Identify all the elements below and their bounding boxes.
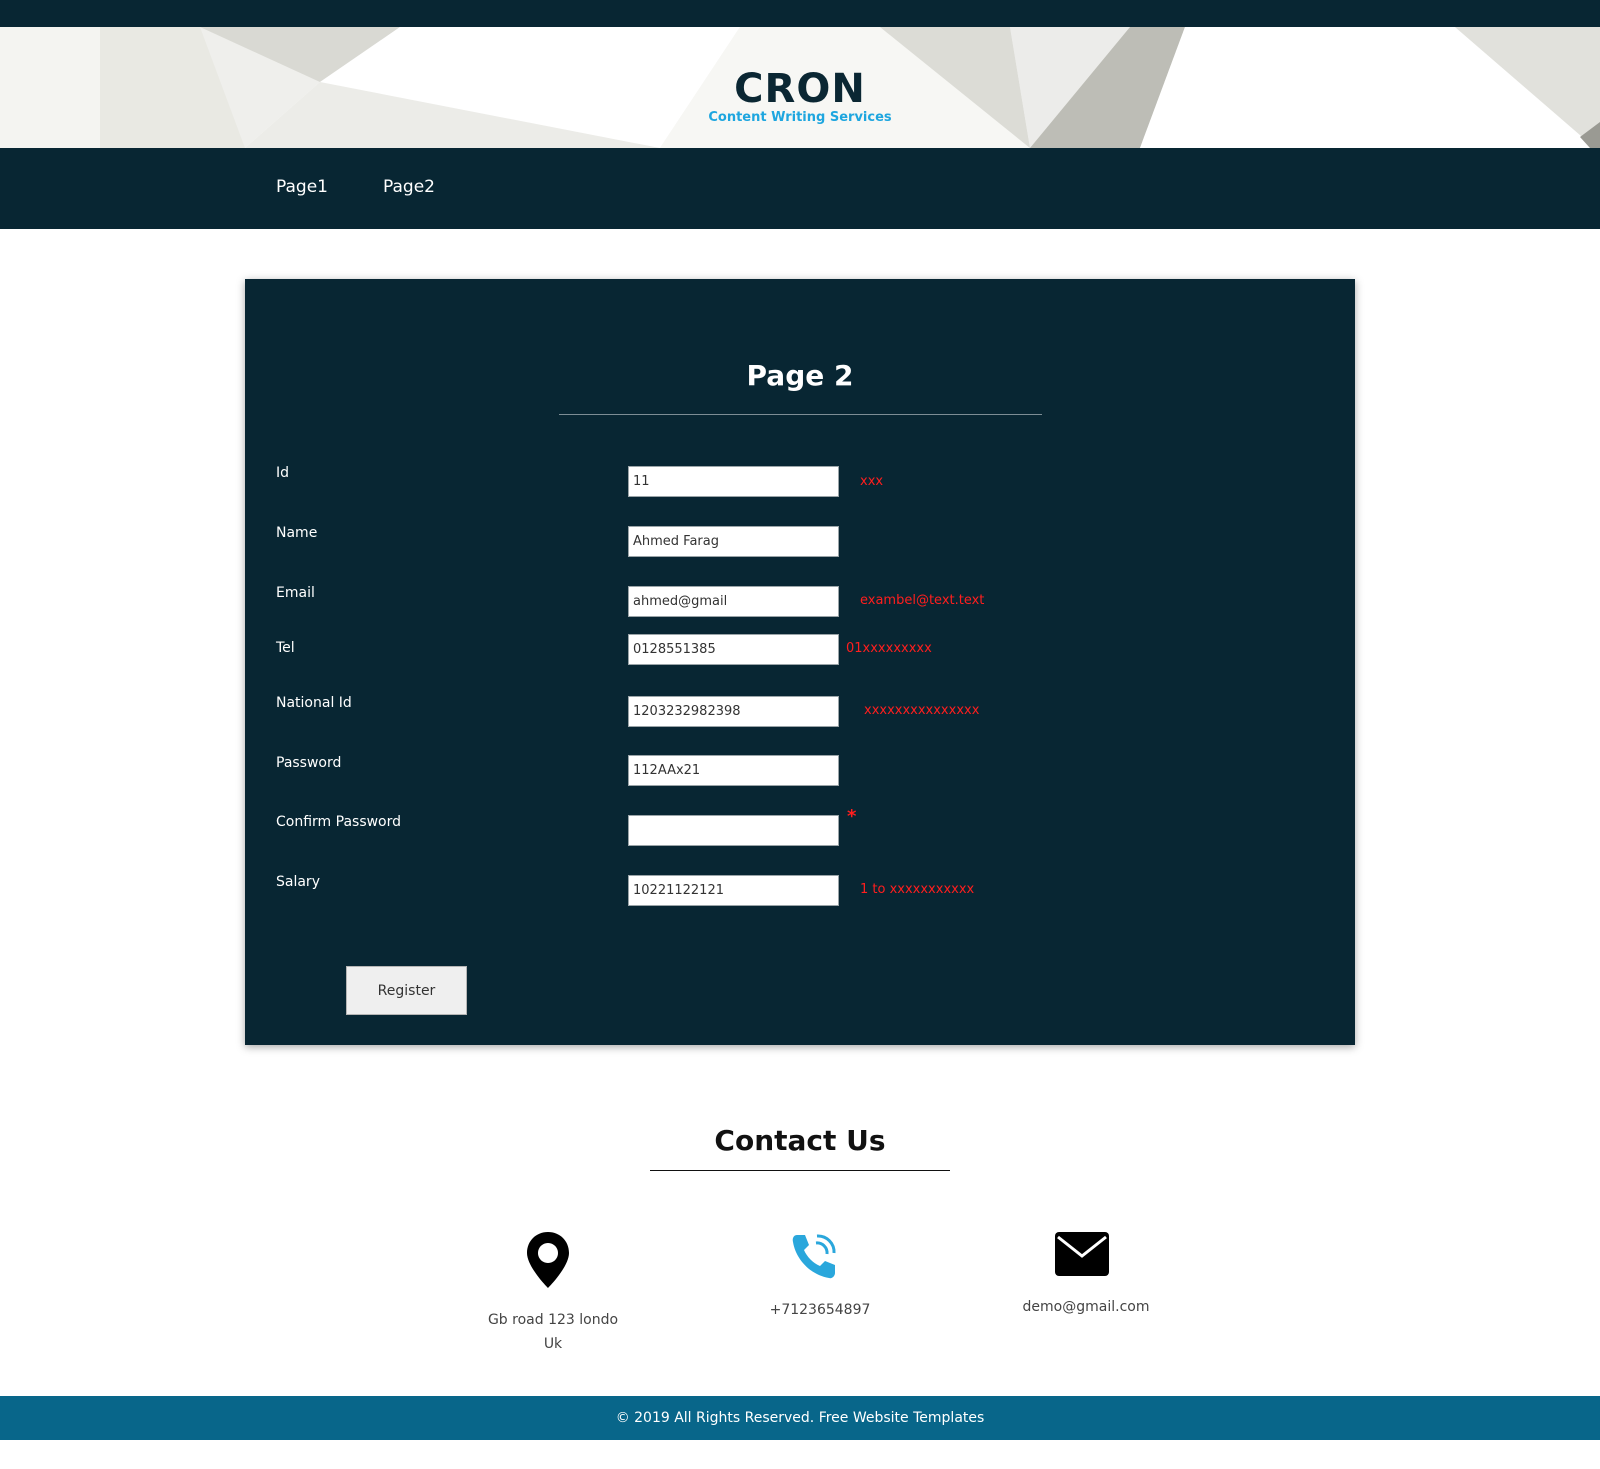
id-label: Id [276,465,290,481]
id-hint: xxx [860,474,884,489]
footer-copyright: © 2019 All Rights Reserved. Free Website… [615,1410,985,1426]
contact-phone[interactable]: +7123654897 [730,1298,910,1322]
name-label: Name [276,525,318,541]
name-input[interactable] [628,526,839,557]
address-line-1: Gb road 123 londo [487,1312,619,1328]
confirm-password-label: Confirm Password [276,814,402,830]
footer: © 2019 All Rights Reserved. Free Website… [0,1396,1600,1440]
tel-hint: 01xxxxxxxxx [846,641,932,656]
brand-title: CRON [734,66,866,112]
form-title-divider [559,414,1042,415]
register-button[interactable]: Register [346,966,467,1015]
password-label: Password [276,755,342,771]
contact-email[interactable]: demo@gmail.com [996,1295,1176,1319]
header-banner: CRON Content Writing Services [0,27,1600,148]
phone-icon [792,1234,836,1279]
main-nav: Page1 Page2 [0,148,1600,229]
nav-item-page2[interactable]: Page2 [383,177,435,197]
confirm-password-input[interactable] [628,815,839,846]
contact-address: Gb road 123 londo Uk [463,1308,643,1356]
nav-item-page1[interactable]: Page1 [276,177,328,197]
envelope-icon [1055,1232,1109,1276]
form-title: Page 2 [746,359,854,392]
contact-title-divider [650,1170,950,1171]
top-bar [0,0,1600,27]
email-input[interactable] [628,586,839,617]
email-label: Email [276,585,315,601]
password-input[interactable] [628,755,839,786]
confirm-password-required-mark: * [847,806,857,827]
map-pin-icon [527,1232,569,1288]
salary-hint: 1 to xxxxxxxxxxx [860,882,975,897]
id-input[interactable] [628,466,839,497]
registration-form: Page 2 Id xxx Name Email exambel@text.te… [245,279,1355,1045]
national-id-hint: xxxxxxxxxxxxxxx [864,703,980,718]
brand-logo[interactable]: CRON Content Writing Services [0,67,1600,126]
tel-input[interactable] [628,634,839,665]
salary-input[interactable] [628,875,839,906]
contact-title: Contact Us [714,1124,886,1157]
national-id-label: National Id [276,695,352,711]
email-hint: exambel@text.text [860,593,985,608]
brand-subtitle: Content Writing Services [708,110,892,125]
salary-label: Salary [276,874,320,890]
tel-label: Tel [276,640,295,656]
address-line-2: Uk [543,1336,563,1352]
national-id-input[interactable] [628,696,839,727]
